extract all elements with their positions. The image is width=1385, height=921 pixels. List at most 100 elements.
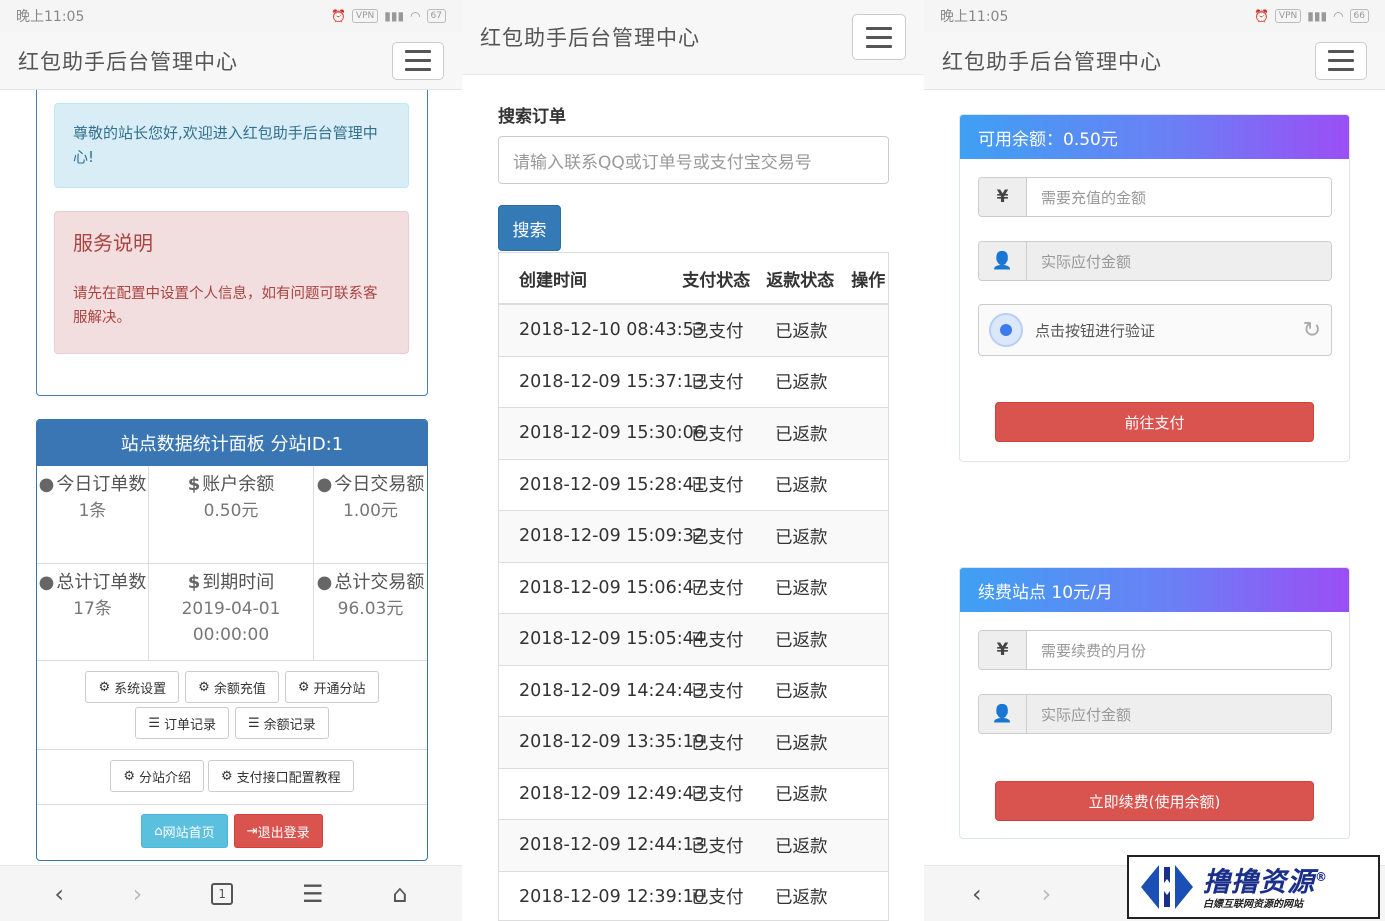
orders-screen: 红包助手后台管理中心 搜索订单 请输入联系QQ或订单号或支付宝交易号 搜索 创建… (462, 0, 924, 921)
battery-icon: 66 (1349, 9, 1369, 23)
user-icon: 👤 (979, 242, 1027, 280)
navbar-brand[interactable]: 红包助手后台管理中心 (942, 46, 1162, 76)
table-row[interactable]: 2018-12-09 15:37:13 已支付 已返款 (499, 357, 888, 408)
captcha-button[interactable]: 点击按钮进行验证 ↻ (978, 304, 1332, 356)
list-icon: ☰ (148, 715, 160, 731)
logout-button[interactable]: ⇥ 退出登录 (233, 814, 323, 848)
table-row[interactable]: 2018-12-09 12:39:10 已支付 已返款 (499, 872, 888, 921)
recharge-card-title: 可用余额：0.50元 (960, 115, 1349, 159)
forward-icon[interactable]: › (1042, 880, 1052, 908)
recharge-pay-field: 👤 实际应付金额 (978, 241, 1332, 281)
navbar-brand[interactable]: 红包助手后台管理中心 (18, 46, 238, 76)
payment-tutorial-button[interactable]: ⚙ 支付接口配置教程 (208, 760, 354, 792)
table-row[interactable]: 2018-12-09 14:24:43 已支付 已返款 (499, 666, 888, 717)
search-label: 搜索订单 (498, 107, 566, 127)
table-row[interactable]: 2018-12-09 15:09:32 已支付 已返款 (499, 511, 888, 563)
col-refund-status: 返款状态 (766, 270, 835, 291)
logo-title: 撸撸资源 (1203, 867, 1315, 898)
notice-body: 请先在配置中设置个人信息，如有问题可联系客服解决。 (73, 286, 378, 326)
recharge-amount-input[interactable]: 需要充值的金额 (1027, 178, 1331, 216)
action-buttons: ⚙ 系统设置 ⚙ 余额充值 ⚙ 开通分站 ☰ 订单记录 ☰ 余额记录 (37, 661, 427, 750)
hamburger-icon (1328, 50, 1354, 53)
col-pay-status: 支付状态 (682, 270, 751, 291)
hamburger-icon (405, 50, 431, 53)
renew-card: 续费站点 10元/月 ¥ 需要续费的月份 👤 实际应付金额 立即续费(使用余额) (959, 567, 1350, 839)
dollar-icon: $ (187, 572, 201, 593)
dashboard-screen: 晚上11:05 ⏰ VPN ▮▮▮ ◠ 67 红包助手后台管理中心 尊敬的站长您… (0, 0, 462, 921)
renew-card-title: 续费站点 10元/月 (960, 568, 1349, 612)
logo-mark-icon (1141, 865, 1193, 909)
refresh-icon[interactable]: ↻ (1303, 318, 1321, 343)
navbar: 红包助手后台管理中心 (462, 0, 924, 75)
search-button[interactable]: 搜索 (498, 205, 561, 251)
back-icon[interactable]: ‹ (972, 880, 982, 908)
menu-toggle-button[interactable] (392, 41, 444, 80)
renew-months-input[interactable]: 需要续费的月份 (1027, 631, 1331, 669)
renew-months-field[interactable]: ¥ 需要续费的月份 (978, 630, 1332, 670)
footer-buttons: ⌂ 网站首页 ⇥ 退出登录 (37, 805, 427, 857)
navbar-brand[interactable]: 红包助手后台管理中心 (480, 22, 700, 52)
substation-intro-button[interactable]: ⚙ 分站介绍 (110, 760, 204, 792)
wifi-icon: ◠ (1333, 9, 1344, 23)
table-row[interactable]: 2018-12-09 15:28:41 已支付 已返款 (499, 460, 888, 511)
stat-total-orders: ● 总计订单数 17条 (37, 564, 149, 661)
vpn-icon: VPN (351, 9, 379, 23)
table-row[interactable]: 2018-12-09 15:05:44 已支付 已返款 (499, 614, 888, 666)
service-notice: 服务说明 请先在配置中设置个人信息，如有问题可联系客服解决。 (54, 211, 409, 354)
recharge-button[interactable]: ⚙ 余额充值 (185, 671, 279, 703)
order-records-button[interactable]: ☰ 订单记录 (135, 707, 229, 739)
recharge-card: 可用余额：0.50元 ¥ 需要充值的金额 👤 实际应付金额 点击按钮进行验证 ↻… (959, 114, 1350, 462)
status-time: 晚上11:05 (16, 9, 85, 25)
col-actions: 操作 (851, 270, 886, 291)
list-icon: ☰ (248, 715, 260, 731)
renew-pay-field: 👤 实际应付金额 (978, 694, 1332, 734)
recharge-amount-field[interactable]: ¥ 需要充值的金额 (978, 177, 1332, 217)
wifi-icon: ◠ (410, 9, 421, 23)
go-pay-button[interactable]: 前往支付 (995, 402, 1314, 442)
table-body: 2018-12-10 08:43:53 已支付 已返款 2018-12-09 15:… (499, 305, 888, 921)
tabs-icon[interactable]: 1 (211, 882, 234, 905)
dollar-icon: $ (187, 474, 201, 495)
table-row[interactable]: 2018-12-09 15:30:06 已支付 已返款 (499, 408, 888, 460)
vpn-icon: VPN (1274, 9, 1302, 23)
alarm-icon: ⏰ (1253, 9, 1269, 23)
signal-icon: ▮▮▮ (1307, 9, 1328, 23)
captcha-icon (989, 313, 1023, 347)
open-substation-button[interactable]: ⚙ 开通分站 (284, 671, 379, 703)
menu-icon[interactable]: ☰ (302, 880, 324, 908)
table-row[interactable]: 2018-12-10 08:43:53 已支付 已返款 (499, 305, 888, 357)
table-row[interactable]: 2018-12-09 15:06:47 已支付 已返款 (499, 563, 888, 614)
notice-title: 服务说明 (73, 231, 153, 255)
home-button[interactable]: ⌂ 网站首页 (141, 814, 228, 848)
settings-button[interactable]: ⚙ 系统设置 (85, 671, 180, 703)
balance-records-button[interactable]: ☰ 余额记录 (235, 707, 329, 739)
forward-icon[interactable]: › (133, 880, 143, 908)
help-buttons: ⚙ 分站介绍 ⚙ 支付接口配置教程 (37, 750, 427, 805)
stat-total-volume: ● 总计交易额 96.03元 (314, 564, 427, 661)
stat-expiry: $ 到期时间 2019-04-01 00:00:00 (149, 564, 314, 661)
back-icon[interactable]: ‹ (54, 880, 64, 908)
stat-balance: $ 账户余额 0.50元 (149, 466, 314, 564)
stats-title: 站点数据统计面板 分站ID:1 (37, 420, 427, 466)
drop-icon: ● (316, 474, 333, 495)
gear-icon: ⚙ (297, 679, 310, 695)
table-row[interactable]: 2018-12-09 12:44:13 已支付 已返款 (499, 820, 888, 872)
menu-toggle-button[interactable] (1315, 41, 1367, 80)
stat-today-volume: ● 今日交易额 1.00元 (314, 466, 427, 564)
recharge-pay-amount: 实际应付金额 (1027, 242, 1331, 280)
menu-toggle-button[interactable] (852, 14, 906, 60)
table-header: 创建时间 支付状态 返款状态 操作 (499, 253, 888, 305)
drop-icon: ● (38, 572, 55, 593)
drop-icon: ● (316, 572, 333, 593)
table-row[interactable]: 2018-12-09 12:49:43 已支付 已返款 (499, 769, 888, 820)
stats-grid: ● 今日订单数 1条 $ 账户余额 0.50元 ● 今日交易额 1.00元 ● 总计订单… (37, 466, 427, 661)
renew-button[interactable]: 立即续费(使用余额) (995, 781, 1314, 821)
search-input[interactable]: 请输入联系QQ或订单号或支付宝交易号 (498, 136, 889, 184)
status-bar: 晚上11:05 ⏰ VPN ▮▮▮ ◠ 66 (924, 0, 1385, 32)
home-icon[interactable]: ⌂ (392, 880, 407, 908)
table-row[interactable]: 2018-12-09 13:35:19 已支付 已返款 (499, 717, 888, 769)
yen-icon: ¥ (979, 631, 1027, 669)
battery-icon: 67 (426, 9, 446, 23)
hamburger-icon (866, 26, 892, 30)
yen-icon: ¥ (979, 178, 1027, 216)
